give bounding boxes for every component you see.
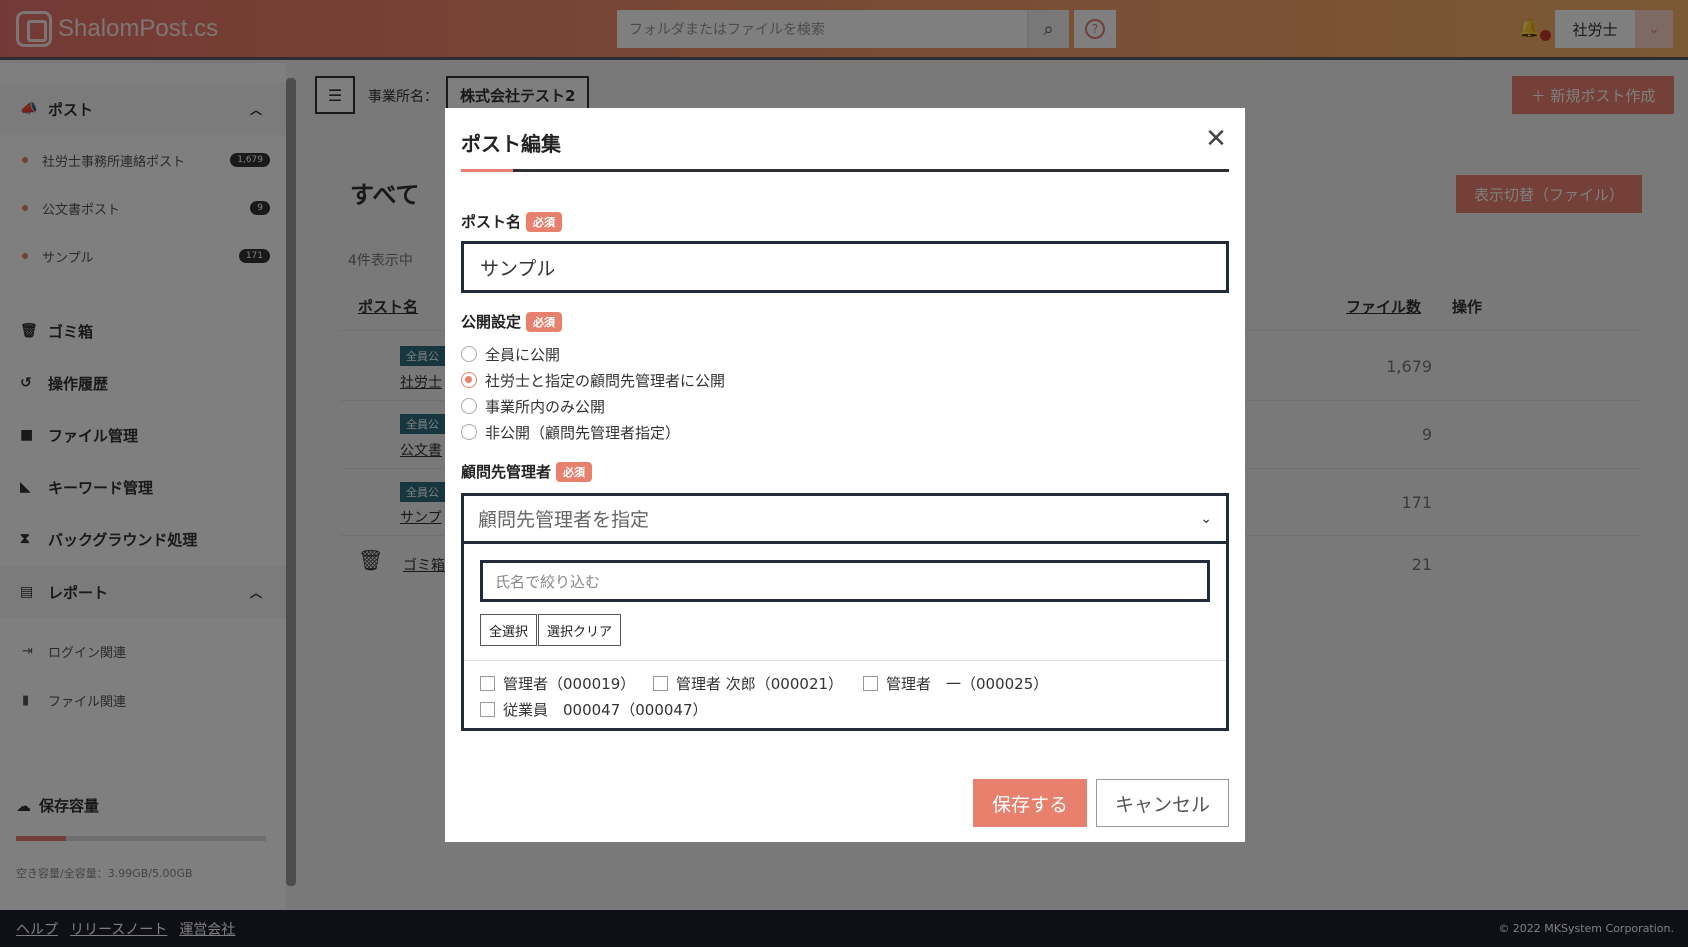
radio-button[interactable]	[461, 346, 477, 362]
checkbox-label: 管理者（000019）	[503, 674, 636, 693]
checkbox-label: 従業員 000047（000047）	[503, 700, 708, 719]
visibility-option-private[interactable]: 非公開（顧問先管理者指定）	[461, 420, 680, 444]
radio-button[interactable]	[461, 424, 477, 440]
checkbox[interactable]	[480, 675, 495, 691]
post-name-label-text: ポスト名	[461, 213, 522, 231]
radio-label: 全員に公開	[485, 345, 561, 364]
dialog-title: ポスト編集	[461, 132, 561, 156]
select-placeholder: 顧問先管理者を指定	[478, 509, 650, 531]
checkbox-label: 管理者 次郎（000021）	[676, 674, 844, 693]
checkbox[interactable]	[480, 701, 495, 717]
title-divider	[461, 169, 1229, 172]
manager-option[interactable]: 管理者（000019）	[480, 672, 635, 694]
manager-filter-input[interactable]: 氏名で絞り込む	[480, 560, 1210, 602]
cancel-button[interactable]: キャンセル	[1096, 779, 1229, 827]
edit-post-dialog: ポスト編集 ✕ ポスト名 必須 サンプル 公開設定 必須 全員に公開 社労士と指…	[445, 108, 1245, 842]
visibility-option-office[interactable]: 事業所内のみ公開	[461, 394, 605, 418]
checkbox[interactable]	[653, 675, 668, 691]
managers-select[interactable]: 顧問先管理者を指定 ⌄	[464, 496, 1226, 544]
checkbox[interactable]	[863, 675, 878, 691]
required-badge: 必須	[526, 211, 563, 232]
managers-label-text: 顧問先管理者	[461, 463, 552, 481]
required-badge: 必須	[526, 311, 563, 332]
select-all-button[interactable]: 全選択	[480, 614, 538, 646]
radio-label: 社労士と指定の顧問先管理者に公開	[485, 371, 726, 390]
managers-multiselect: 顧問先管理者を指定 ⌄ 氏名で絞り込む 全選択 選択クリア 管理者（000019…	[461, 493, 1229, 731]
close-icon[interactable]: ✕	[1201, 124, 1231, 154]
visibility-option-all[interactable]: 全員に公開	[461, 342, 560, 366]
clear-selection-button[interactable]: 選択クリア	[538, 614, 622, 646]
list-divider	[464, 660, 1226, 661]
save-button[interactable]: 保存する	[973, 779, 1087, 827]
visibility-label: 公開設定 必須	[461, 311, 563, 332]
radio-button-selected[interactable]	[461, 372, 477, 388]
post-name-label: ポスト名 必須	[461, 211, 563, 232]
manager-option[interactable]: 管理者 次郎（000021）	[653, 672, 843, 694]
radio-button[interactable]	[461, 398, 477, 414]
manager-option[interactable]: 従業員 000047（000047）	[480, 698, 708, 720]
manager-option[interactable]: 管理者 一（000025）	[863, 672, 1048, 694]
visibility-label-text: 公開設定	[461, 313, 522, 331]
required-badge: 必須	[556, 461, 593, 482]
chevron-down-icon[interactable]: ⌄	[1200, 511, 1212, 527]
post-name-input[interactable]: サンプル	[461, 241, 1229, 293]
radio-label: 非公開（顧問先管理者指定）	[485, 423, 681, 442]
visibility-option-specified[interactable]: 社労士と指定の顧問先管理者に公開	[461, 368, 725, 392]
checkbox-label: 管理者 一（000025）	[886, 674, 1049, 693]
radio-label: 事業所内のみ公開	[485, 397, 606, 416]
managers-label: 顧問先管理者 必須	[461, 461, 593, 482]
